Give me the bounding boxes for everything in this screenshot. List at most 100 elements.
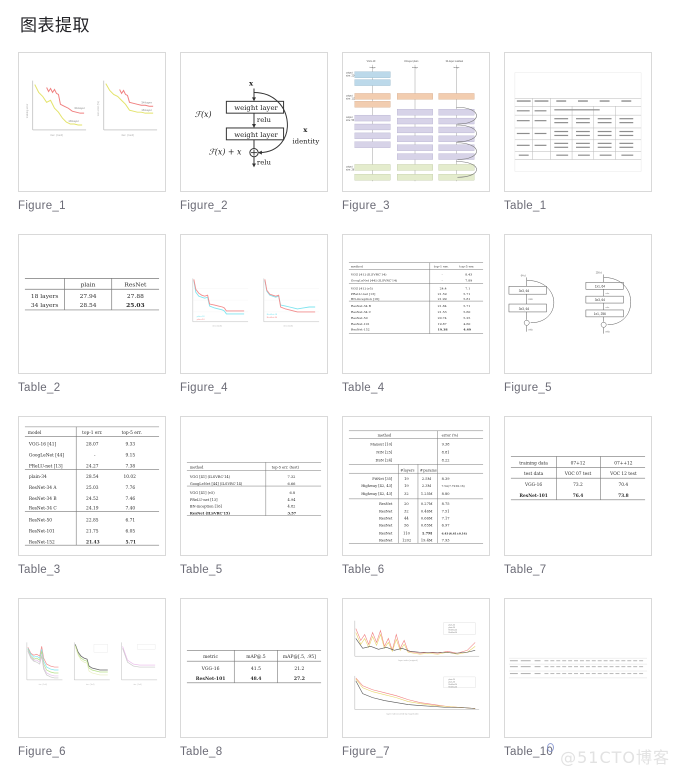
svg-text:GoogLeNet [44] (ILSVRC'14): GoogLeNet [44] (ILSVRC'14) xyxy=(190,482,243,486)
svg-text:image: image xyxy=(412,67,419,69)
svg-text:8.81: 8.81 xyxy=(442,450,450,454)
grid-item-figure-5[interactable]: 64-d 3x3, 64 relu 3x3, 64 relu 256-d 1x1… xyxy=(504,234,652,416)
figure-4-preview: plain-18 plain-34 iter. (1e4) ResNet-18 xyxy=(192,278,320,328)
svg-text:7.17: 7.17 xyxy=(442,517,450,521)
svg-text:24.19: 24.19 xyxy=(86,507,99,512)
svg-text:32: 32 xyxy=(404,510,409,514)
grid-item-table-2[interactable]: plain ResNet 18 layers 27.94 27.88 34 laye… xyxy=(18,234,166,416)
svg-text:6.97: 6.97 xyxy=(442,523,450,527)
svg-text:7.40: 7.40 xyxy=(126,507,136,512)
thumbnail-figure-6[interactable]: iter. (1e4) iter. (1e4) iter. (1e4) xyxy=(18,598,166,738)
thumbnail-figure-4[interactable]: plain-18 plain-34 iter. (1e4) ResNet-18 xyxy=(180,234,328,374)
svg-text:19.87: 19.87 xyxy=(438,322,447,326)
svg-text:test data: test data xyxy=(524,472,544,477)
svg-text:ResNet-101: ResNet-101 xyxy=(519,494,547,499)
grid-item-table-6[interactable]: method error (%) Maxout [10] 9.38 NIN [25]… xyxy=(342,416,490,598)
svg-text:GoogLeNet [44] (ILSVRC'14): GoogLeNet [44] (ILSVRC'14) xyxy=(351,278,397,282)
svg-text:VGG [41] (ILSVRC'14): VGG [41] (ILSVRC'14) xyxy=(189,475,231,479)
thumbnail-table-2[interactable]: plain ResNet 18 layers 27.94 27.88 34 laye… xyxy=(18,234,166,374)
grid-item-table-4[interactable]: method top-1 err. top-5 err. VGG [41] (IL… xyxy=(342,234,490,416)
thumbnail-figure-5[interactable]: 64-d 3x3, 64 relu 3x3, 64 relu 256-d 1x1… xyxy=(504,234,652,374)
svg-text:-: - xyxy=(94,453,96,458)
grid-item-figure-3[interactable]: VGG-19 34-layer plain 34-layer residual ou… xyxy=(342,52,490,234)
svg-text:relu: relu xyxy=(529,298,534,301)
thumbnail-table-7[interactable]: training data 07+12 07++12 test data VOC 07… xyxy=(504,416,652,556)
thumbnail-table-10[interactable] xyxy=(504,598,652,738)
caption-figure-4: Figure_4 xyxy=(180,382,228,394)
svg-text:image: image xyxy=(370,67,377,69)
svg-text:# params: # params xyxy=(420,468,437,472)
svg-text:5.81: 5.81 xyxy=(463,297,470,301)
svg-text:8.75: 8.75 xyxy=(442,502,450,506)
caption-table-10: Table_10 xyxy=(504,746,554,758)
svg-text:4.94: 4.94 xyxy=(288,498,297,502)
svg-text:-: - xyxy=(442,278,443,282)
grid-item-table-7[interactable]: training data 07+12 07++12 test data VOC 07… xyxy=(504,416,652,598)
thumbnail-table-6[interactable]: method error (%) Maxout [10] 9.38 NIN [25]… xyxy=(342,416,490,556)
table-8-preview: metric mAP@.5 mAP@[.5, .95] VGG-16 41.5 21.2… xyxy=(186,649,322,684)
svg-text:top-5 err.: top-5 err. xyxy=(459,265,474,269)
svg-text:21.84: 21.84 xyxy=(438,304,447,308)
thumbnail-figure-3[interactable]: VGG-19 34-layer plain 34-layer residual ou… xyxy=(342,52,490,192)
svg-text:24.27: 24.27 xyxy=(86,464,99,469)
svg-text:-: - xyxy=(442,272,443,276)
grid-item-table-3[interactable]: model top-1 err. top-5 err. VGG-16 [41] 28.… xyxy=(18,416,166,598)
watermark-logo-icon xyxy=(547,743,554,752)
thumbnail-table-4[interactable]: method top-1 err. top-5 err. VGG [41] (IL… xyxy=(342,234,490,374)
svg-text:plain: plain xyxy=(81,282,96,288)
svg-text:ResNet-101: ResNet-101 xyxy=(29,529,55,534)
svg-text:3.57: 3.57 xyxy=(288,512,297,516)
caption-figure-2: Figure_2 xyxy=(180,200,228,212)
thumbnail-figure-7[interactable]: plain-20 plain-56 ResNet-20 ResNet-56 laye… xyxy=(342,598,490,738)
thumbnail-table-5[interactable]: method top-5 err. (test) VGG [41] (ILSVRC… xyxy=(180,416,328,556)
grid-item-table-1[interactable]: Table_1 xyxy=(504,52,652,234)
svg-text:6.05: 6.05 xyxy=(126,529,136,534)
thumbnail-table-1[interactable] xyxy=(504,52,652,192)
svg-text:9.33: 9.33 xyxy=(126,443,136,448)
svg-text:ResNet: ResNet xyxy=(379,523,393,527)
grid-item-table-5[interactable]: method top-5 err. (test) VGG [41] (ILSVRC… xyxy=(180,416,328,598)
svg-text:weight layer: weight layer xyxy=(234,104,278,112)
grid-item-table-8[interactable]: metric mAP@.5 mAP@[.5, .95] VGG-16 41.5 21.2… xyxy=(180,598,328,780)
svg-text:1x1, 64: 1x1, 64 xyxy=(595,284,606,288)
svg-text:19: 19 xyxy=(404,484,409,488)
svg-text:21.59: 21.59 xyxy=(438,292,447,296)
thumbnail-figure-1[interactable]: 34-layer 18-layer iter. (1e4) training e… xyxy=(18,52,166,192)
svg-text:VGG-19: VGG-19 xyxy=(367,60,376,63)
svg-text:weight layer: weight layer xyxy=(234,131,278,139)
thumbnail-table-8[interactable]: metric mAP@.5 mAP@[.5, .95] VGG-16 41.5 21.2… xyxy=(180,598,328,738)
svg-text:mAP@[.5, .95]: mAP@[.5, .95] xyxy=(283,653,316,660)
grid-item-figure-1[interactable]: 34-layer 18-layer iter. (1e4) training e… xyxy=(18,52,166,234)
grid-item-figure-4[interactable]: plain-18 plain-34 iter. (1e4) ResNet-18 xyxy=(180,234,328,416)
svg-text:1.7M: 1.7M xyxy=(422,531,432,535)
caption-table-4: Table_4 xyxy=(342,382,385,394)
svg-text:44: 44 xyxy=(404,517,409,521)
svg-text:ResNet-56: ResNet-56 xyxy=(449,685,457,688)
svg-text:ResNet-34 C: ResNet-34 C xyxy=(29,507,57,512)
svg-text:size: 224: size: 224 xyxy=(346,75,356,78)
svg-text:25.03: 25.03 xyxy=(126,302,144,309)
svg-text:34-layer plain: 34-layer plain xyxy=(404,60,419,63)
grid-item-figure-7[interactable]: plain-20 plain-56 ResNet-20 ResNet-56 laye… xyxy=(342,598,490,780)
svg-text:20.74: 20.74 xyxy=(438,316,447,320)
svg-text:metric: metric xyxy=(203,654,218,660)
svg-text:0.85M: 0.85M xyxy=(421,523,433,527)
svg-text:7.54 (7.72±0.16): 7.54 (7.72±0.16) xyxy=(442,484,465,488)
svg-text:6.66: 6.66 xyxy=(288,482,297,486)
svg-text:256-d: 256-d xyxy=(596,271,603,274)
table-6-preview: method error (%) Maxout [10] 9.38 NIN [25]… xyxy=(348,430,484,544)
svg-text:6.8: 6.8 xyxy=(290,491,296,495)
svg-text:PReLU-net [13]: PReLU-net [13] xyxy=(351,292,376,296)
svg-text:48.4: 48.4 xyxy=(250,676,261,682)
svg-text:plain-34: plain-34 xyxy=(197,319,205,321)
thumbnail-grid: 34-layer 18-layer iter. (1e4) training e… xyxy=(18,52,664,780)
table-3-preview: model top-1 err. top-5 err. VGG-16 [41] 28.… xyxy=(24,426,160,546)
grid-item-figure-6[interactable]: iter. (1e4) iter. (1e4) iter. (1e4) Figu… xyxy=(18,598,166,780)
svg-text:method: method xyxy=(378,434,392,438)
thumbnail-table-3[interactable]: model top-1 err. top-5 err. VGG-16 [41] 28.… xyxy=(18,416,166,556)
svg-text:training error: training error xyxy=(25,104,29,119)
svg-text:10.02: 10.02 xyxy=(124,475,137,480)
thumbnail-figure-2[interactable]: x weight layer relu weight layer relu ℱ(… xyxy=(180,52,328,192)
svg-text:model: model xyxy=(28,431,42,436)
grid-item-figure-2[interactable]: x weight layer relu weight layer relu ℱ(… xyxy=(180,52,328,234)
